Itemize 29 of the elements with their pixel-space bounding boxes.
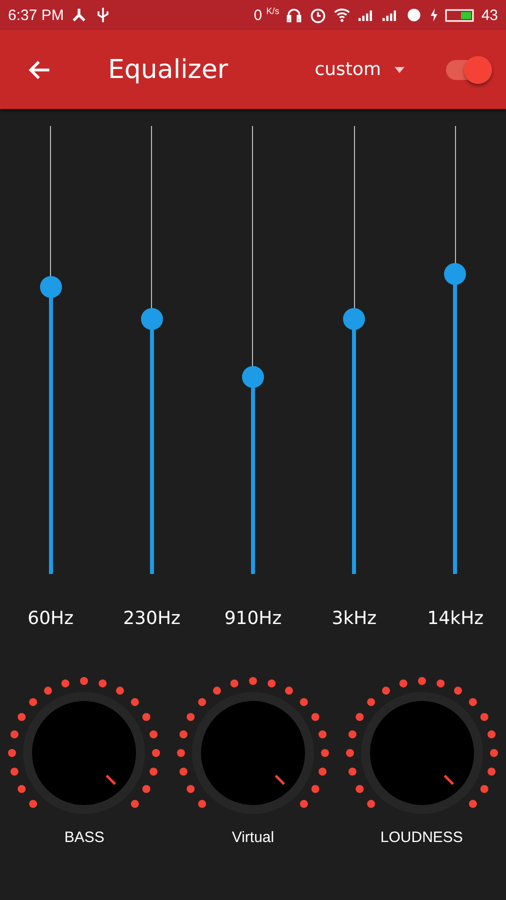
band-label: 3kHz <box>332 608 377 629</box>
slider-thumb[interactable] <box>343 308 366 330</box>
knob-label: Virtual <box>232 829 274 846</box>
knob-label: LOUDNESS <box>380 829 463 846</box>
band-slider[interactable] <box>240 126 265 574</box>
battery-icon <box>445 7 476 23</box>
band-slider[interactable] <box>342 126 366 574</box>
headphones-icon <box>285 6 304 24</box>
preset-dropdown[interactable]: custom <box>314 59 406 80</box>
screen-title: Equalizer <box>108 54 228 84</box>
slider-thumb[interactable] <box>40 276 62 298</box>
band-slider[interactable] <box>38 126 63 574</box>
band-slider[interactable] <box>443 126 468 574</box>
band-label: 230Hz <box>123 608 180 629</box>
slider-thumb[interactable] <box>242 366 264 388</box>
band-label: 14kHz <box>427 608 484 629</box>
charging-icon <box>429 6 440 24</box>
band-label: 910Hz <box>224 608 282 629</box>
band-label: 60Hz <box>28 608 74 629</box>
knob-label: BASS <box>64 829 104 846</box>
wifi-icon <box>333 6 352 24</box>
slider-thumb[interactable] <box>444 262 466 285</box>
battery-level: 43 <box>481 6 498 24</box>
network-speed: 0 $^{K/s}$ <box>254 6 280 24</box>
band-slider[interactable] <box>140 126 164 574</box>
alarm-icon <box>309 6 328 24</box>
status-time: 6:37 PM <box>8 6 64 24</box>
slider-thumb[interactable] <box>140 308 163 330</box>
caret-icon <box>393 66 406 74</box>
